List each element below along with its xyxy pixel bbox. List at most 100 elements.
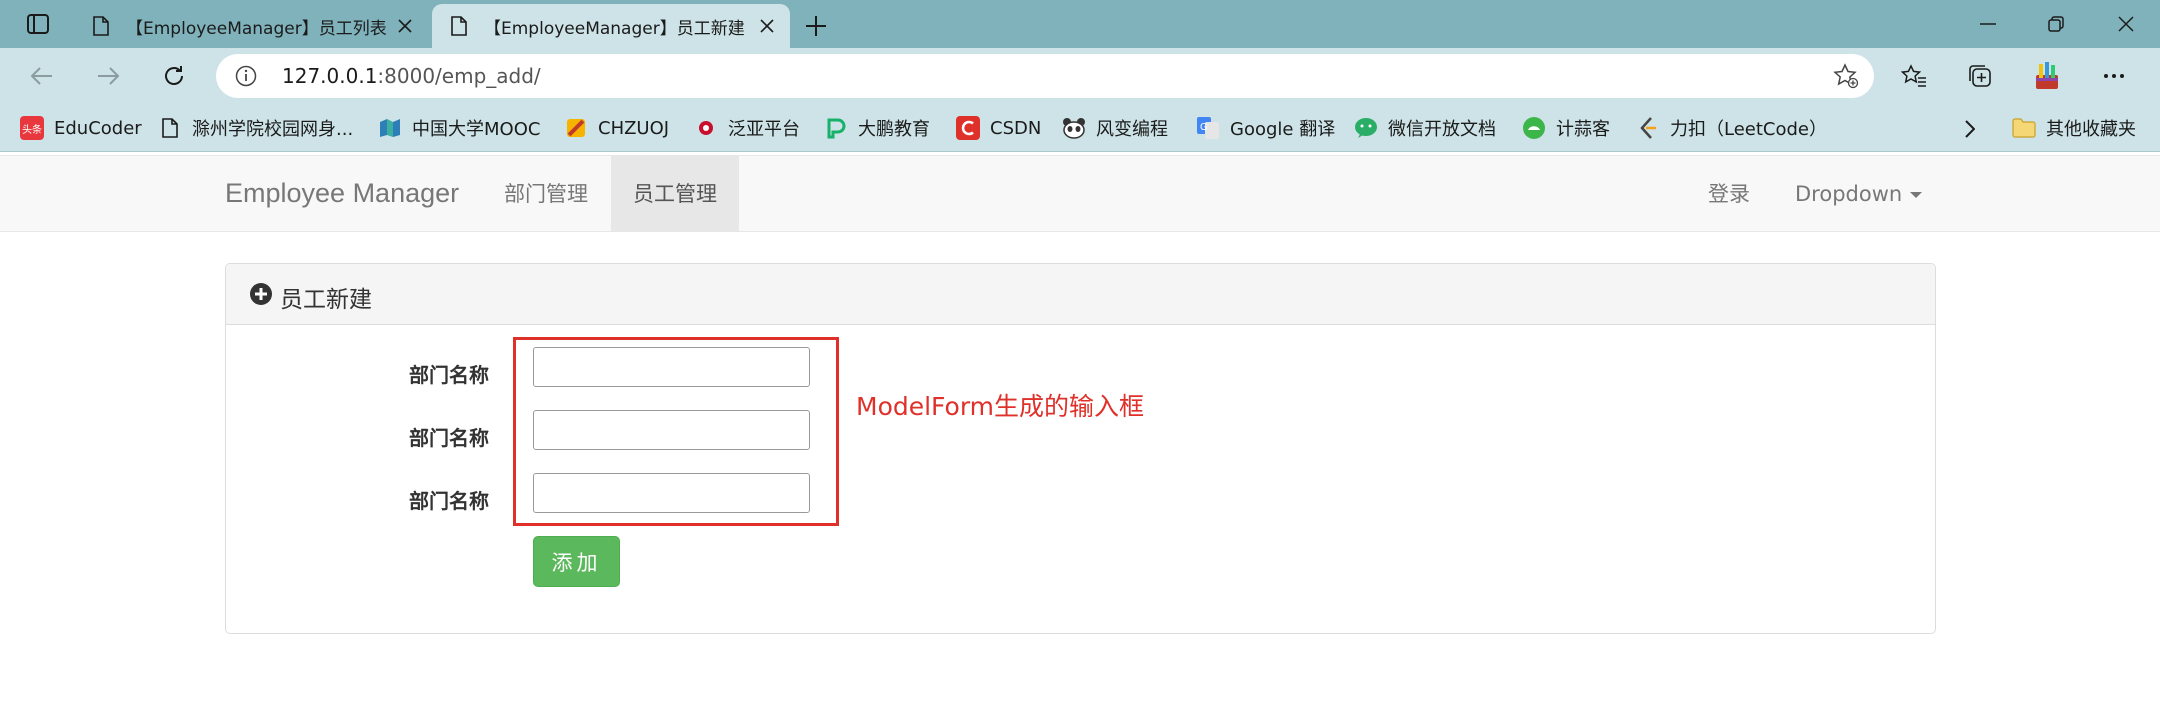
reload-icon: [165, 66, 183, 85]
wechat-icon: [1354, 116, 1378, 140]
caret-down-icon: [1910, 192, 1923, 198]
close-tab-icon[interactable]: [750, 9, 784, 43]
add-button[interactable]: 添加: [533, 536, 620, 587]
add-favorite-icon[interactable]: [1832, 62, 1860, 90]
close-window-button[interactable]: [2096, 4, 2156, 44]
tab-actions-button[interactable]: [16, 6, 60, 42]
leetcode-icon: [1636, 116, 1660, 140]
bookmark-label: 力扣（LeetCode）: [1670, 119, 1827, 140]
favorites-button[interactable]: [1893, 56, 1935, 96]
panda-icon: [1062, 116, 1086, 140]
panel-heading: 员工新建: [226, 264, 1935, 325]
close-icon: [2118, 16, 2134, 32]
bookmark-label: 其他收藏夹: [2046, 119, 2136, 140]
minimize-button[interactable]: [1958, 4, 2018, 44]
url-text[interactable]: 127.0.0.1:8000/emp_add/: [282, 64, 541, 88]
address-bar[interactable]: 127.0.0.1:8000/emp_add/: [216, 54, 1874, 98]
arrow-left-icon: [30, 67, 52, 85]
browser-tab-strip: 【EmployeeManager】员工列表 【EmployeeManager】员…: [0, 0, 2160, 48]
bookmark-label: 计蒜客: [1556, 119, 1610, 140]
bookmarks-bar: 头条 EduCoder 滁州学院校园网身... 中国大学MOOC CHZUOJ …: [0, 104, 2160, 152]
bookmark-chzu-network[interactable]: 滁州学院校园网身...: [158, 114, 353, 142]
jisuanke-icon: [1522, 116, 1546, 140]
bookmark-label: 微信开放文档: [1388, 119, 1496, 140]
restore-button[interactable]: [2026, 4, 2086, 44]
field-label: 部门名称: [409, 489, 489, 513]
bookmark-google-translate[interactable]: G Google 翻译: [1196, 114, 1335, 142]
more-horizontal-icon: [2104, 74, 2124, 78]
url-host: 127.0.0.1: [282, 64, 378, 88]
bookmark-fengbian[interactable]: 风变编程: [1062, 114, 1168, 142]
dropdown-label: Dropdown: [1795, 182, 1903, 206]
bookmark-label: 滁州学院校园网身...: [192, 119, 354, 140]
plus-circle-icon: [250, 283, 272, 305]
panel-title: 员工新建: [280, 287, 372, 313]
page-icon: [158, 116, 182, 140]
field-label: 部门名称: [409, 426, 489, 450]
bookmark-leetcode[interactable]: 力扣（LeetCode）: [1636, 114, 1827, 142]
fanya-icon: [694, 116, 718, 140]
bookmark-label: EduCoder: [54, 117, 142, 139]
browser-toolbar: 127.0.0.1:8000/emp_add/: [0, 48, 2160, 104]
collections-button[interactable]: [1959, 56, 2001, 96]
chzuoj-icon: [564, 116, 588, 140]
bookmark-chzuoj[interactable]: CHZUOJ: [564, 114, 669, 142]
bookmark-fanya[interactable]: 泛亚平台: [694, 114, 800, 142]
settings-more-button[interactable]: [2093, 56, 2135, 96]
bookmark-label: CSDN: [990, 117, 1042, 139]
bookmark-label: 风变编程: [1096, 119, 1168, 140]
minimize-icon: [1980, 23, 1996, 25]
tab-title: 【EmployeeManager】员工列表: [126, 18, 387, 39]
bookmark-dapeng[interactable]: 大鹏教育: [824, 114, 930, 142]
nav-link-departments[interactable]: 部门管理: [482, 156, 610, 232]
bookmarks-overflow-button[interactable]: [1956, 116, 1984, 142]
bookmark-label: Google 翻译: [1230, 119, 1336, 140]
toutiao-icon: 头条: [20, 116, 44, 140]
collections-icon: [1969, 65, 1991, 87]
extension-button[interactable]: [2026, 56, 2068, 96]
pencils-icon: [2036, 62, 2058, 89]
page-icon: [90, 15, 112, 37]
back-button[interactable]: [22, 56, 62, 96]
folder-icon: [2012, 116, 2036, 140]
bookmark-label: 中国大学MOOC: [412, 119, 541, 140]
forward-button[interactable]: [88, 56, 128, 96]
new-tab-button[interactable]: [798, 8, 834, 44]
navbar-brand[interactable]: Employee Manager: [225, 178, 459, 209]
bookmark-jisuanke[interactable]: 计蒜客: [1522, 114, 1610, 142]
annotation-highlight-box: [513, 337, 839, 526]
google-translate-icon: G: [1196, 116, 1220, 140]
bookmark-educoder[interactable]: 头条 EduCoder: [20, 114, 142, 142]
favorites-list-icon: [1901, 64, 1926, 87]
dapeng-icon: [824, 116, 848, 140]
restore-icon: [2048, 16, 2064, 32]
page-icon: [448, 15, 470, 37]
nav-dropdown[interactable]: Dropdown: [1773, 156, 1944, 232]
bookmark-mooc[interactable]: 中国大学MOOC: [378, 114, 540, 142]
tab-actions-icon: [27, 14, 49, 34]
svg-text:G: G: [1200, 122, 1208, 133]
other-bookmarks-folder[interactable]: 其他收藏夹: [2012, 114, 2136, 142]
plus-icon: [806, 16, 826, 36]
reload-button[interactable]: [154, 56, 194, 96]
tab-employee-add[interactable]: 【EmployeeManager】员工新建: [432, 4, 790, 48]
annotation-text: ModelForm生成的输入框: [856, 392, 1145, 421]
nav-link-employees[interactable]: 员工管理: [611, 156, 739, 232]
bookmark-label: CHZUOJ: [598, 117, 670, 139]
tab-employee-list[interactable]: 【EmployeeManager】员工列表: [74, 4, 428, 48]
bookmark-wechat-docs[interactable]: 微信开放文档: [1354, 114, 1496, 142]
close-tab-icon[interactable]: [388, 9, 422, 43]
chevron-right-icon: [1965, 120, 1975, 138]
csdn-icon: [956, 116, 980, 140]
bookmark-csdn[interactable]: CSDN: [956, 114, 1041, 142]
bookmark-label: 泛亚平台: [728, 119, 800, 140]
site-navbar: Employee Manager 部门管理 员工管理 登录 Dropdown: [0, 155, 2160, 232]
mooc-icon: [378, 116, 402, 140]
field-label: 部门名称: [409, 363, 489, 387]
bookmark-label: 大鹏教育: [858, 119, 930, 140]
tab-title: 【EmployeeManager】员工新建: [484, 18, 745, 39]
site-info-icon[interactable]: [234, 64, 258, 88]
url-path: :8000/emp_add/: [377, 64, 541, 88]
arrow-right-icon: [98, 67, 120, 85]
nav-link-login[interactable]: 登录: [1686, 156, 1772, 232]
